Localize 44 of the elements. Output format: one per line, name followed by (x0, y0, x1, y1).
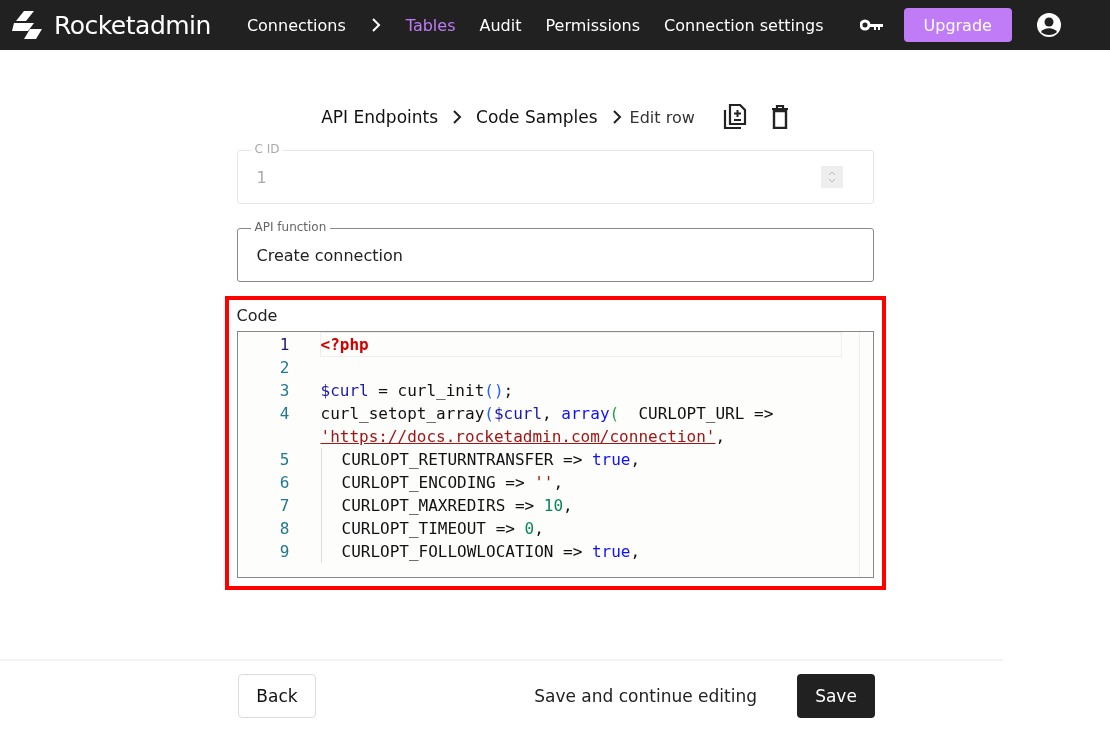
logo-icon (12, 11, 44, 39)
field-label: API function (250, 220, 331, 234)
line-number: 2 (278, 357, 290, 379)
back-button[interactable]: Back (238, 674, 316, 718)
breadcrumb-link[interactable]: API Endpoints (321, 107, 439, 127)
page-title: Edit row (629, 107, 695, 127)
key-icon[interactable] (859, 19, 884, 31)
line-number: 9 (278, 541, 290, 563)
line-number: 5 (278, 449, 290, 471)
code-line: CURLOPT_TIMEOUT => 0, (320, 517, 841, 540)
code-editor[interactable] (236, 331, 874, 578)
account-icon[interactable] (1035, 12, 1062, 38)
field-value: Create connection (256, 245, 403, 265)
line-number: 8 (278, 518, 290, 540)
code-line: CURLOPT_RETURNTRANSFER => true, (320, 448, 841, 471)
code-line: curl_setopt_array($curl, array( CURLOPT_URL => 'https://docs.rocketadmin.com/connection', (320, 403, 775, 448)
line-number: 1 (278, 334, 290, 356)
chevron-right-icon (611, 110, 622, 124)
chevron-right-icon (452, 110, 463, 124)
code-line: $curl = curl_init(); (320, 380, 515, 402)
field-label: C ID (250, 142, 284, 156)
chevron-right-icon (369, 17, 382, 33)
code-line: CURLOPT_FOLLOWLOCATION => true, (320, 540, 841, 563)
field-label: Code (236, 306, 279, 325)
nav-link[interactable]: Tables (393, 15, 468, 35)
line-number: 7 (278, 495, 290, 517)
code-line: <?php (320, 333, 841, 356)
trash-icon[interactable] (770, 105, 789, 129)
save-button[interactable]: Save (797, 674, 875, 718)
nav-link[interactable]: Connections (234, 15, 358, 35)
breadcrumb-link[interactable]: Code Samples (476, 107, 598, 127)
save-and-continue-button[interactable]: Save and continue editing (528, 685, 763, 707)
nav-link[interactable]: Permissions (533, 15, 653, 35)
line-number: 6 (278, 472, 290, 494)
code-line: CURLOPT_ENCODING => '', (320, 471, 841, 494)
copy-add-icon[interactable] (722, 104, 747, 130)
spinner-icon (820, 166, 843, 188)
code-line: CURLOPT_MAXREDIRS => 10, (320, 494, 841, 517)
brand-name: Rocketadmin (54, 10, 211, 40)
field-value: 1 (256, 167, 267, 187)
nav-link[interactable]: Connection settings (652, 15, 836, 35)
line-number: 3 (278, 380, 290, 402)
nav-link[interactable]: Audit (467, 15, 534, 35)
line-number: 4 (278, 403, 290, 425)
